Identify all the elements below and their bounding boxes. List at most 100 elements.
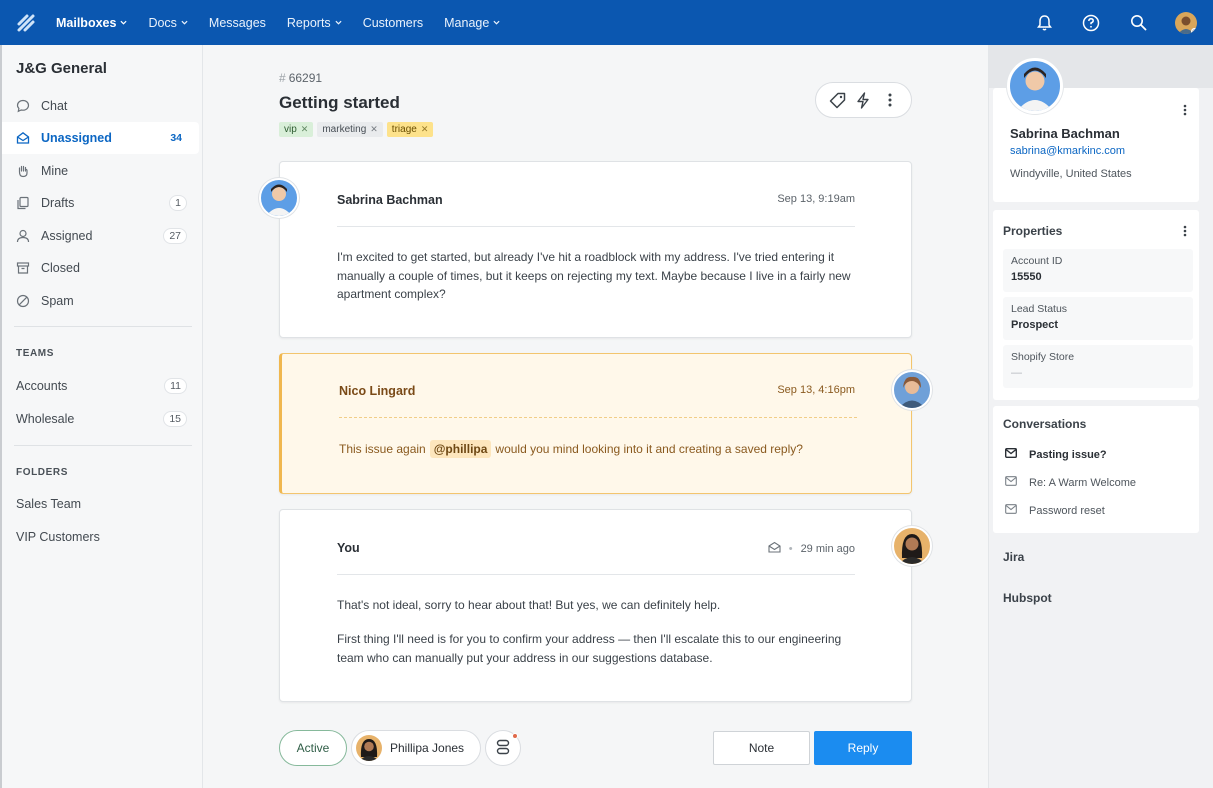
mailbox-title: J&G General	[16, 60, 107, 77]
more-vertical-icon[interactable]	[1179, 103, 1191, 117]
sidebar-item-mine[interactable]: Mine	[2, 155, 199, 187]
sidebar-item-label: Sales Team	[16, 497, 82, 511]
sidebar-item-assigned[interactable]: Assigned 27	[2, 220, 199, 252]
ticket-number-value: 66291	[288, 71, 323, 85]
conversation-actions	[815, 82, 912, 118]
sidebar-item-spam[interactable]: Spam	[2, 285, 199, 317]
assignee-button[interactable]: Phillipa Jones	[351, 730, 481, 766]
sidebar-item-closed[interactable]: Closed	[2, 252, 199, 284]
conversation-link[interactable]: Pasting issue?	[1004, 447, 1107, 461]
customer-avatar[interactable]	[1007, 58, 1063, 114]
reply-toolbar: Active Phillipa Jones Note Reply	[279, 730, 912, 766]
user-avatar[interactable]	[1175, 11, 1197, 34]
nav-messages[interactable]: Messages	[209, 16, 266, 30]
bell-icon[interactable]	[1034, 13, 1054, 33]
conversation-link[interactable]: Password reset	[1005, 504, 1105, 517]
workflow-button[interactable]	[485, 730, 521, 766]
properties-title: Properties	[1003, 224, 1063, 238]
tag-marketing[interactable]: marketing ✕	[317, 122, 383, 137]
nav-mailboxes[interactable]: Mailboxes	[56, 16, 127, 30]
hand-icon	[16, 164, 30, 178]
more-vertical-icon[interactable]	[881, 91, 899, 109]
sidebar-item-vip-customers[interactable]: VIP Customers	[2, 521, 199, 553]
nav-customers[interactable]: Customers	[363, 16, 423, 30]
conversation-link[interactable]: Re: A Warm Welcome	[1005, 476, 1136, 489]
reply-button[interactable]: Reply	[814, 731, 912, 765]
nav-manage-label: Manage	[444, 15, 490, 30]
message-card-customer: Sabrina Bachman Sep 13, 9:19am I'm excit…	[279, 161, 912, 338]
status-dot	[1191, 27, 1197, 34]
email-opened-icon	[768, 541, 781, 556]
tag-icon[interactable]	[828, 91, 846, 109]
avatar-nico	[892, 370, 932, 410]
drafts-count-badge: 1	[169, 195, 187, 211]
tag-vip[interactable]: vip ✕	[279, 122, 314, 137]
sidebar-item-label: Chat	[41, 99, 68, 113]
message-time: Sep 13, 4:16pm	[777, 384, 855, 396]
nav-reports[interactable]: Reports	[287, 16, 342, 30]
property-lead-status[interactable]: Lead Status Prospect	[1003, 297, 1193, 340]
customer-location: Windyville, United States	[1010, 168, 1132, 180]
teams-heading: TEAMS	[16, 348, 54, 359]
property-shopify-store[interactable]: Shopify Store —	[1003, 345, 1193, 388]
ticket-number: #66291	[279, 71, 322, 85]
nav-manage[interactable]: Manage	[444, 16, 500, 30]
accounts-count-badge: 11	[164, 378, 187, 394]
message-author: Sabrina Bachman	[337, 193, 443, 207]
chat-icon	[16, 99, 30, 113]
drafts-icon	[16, 196, 30, 210]
message-author: Nico Lingard	[339, 384, 416, 398]
note-button[interactable]: Note	[713, 731, 810, 765]
status-button[interactable]: Active	[279, 730, 347, 766]
sidebar-item-label: Closed	[41, 261, 80, 275]
note-card: Nico Lingard Sep 13, 4:16pm This issue a…	[279, 353, 912, 494]
message-divider	[337, 226, 855, 227]
nav-docs-label: Docs	[148, 15, 177, 30]
property-value: —	[1011, 367, 1022, 379]
search-icon[interactable]	[1128, 13, 1148, 33]
helpscout-logo-icon[interactable]	[16, 13, 36, 33]
mention-tag[interactable]: @phillipa	[429, 440, 492, 458]
conversation-main: #66291 Getting started vip ✕ marketing ✕ t…	[203, 45, 988, 788]
sidebar-item-sales-team[interactable]: Sales Team	[2, 488, 199, 520]
remove-tag-icon[interactable]: ✕	[301, 124, 309, 135]
tag-list: vip ✕ marketing ✕ triage ✕	[279, 122, 434, 137]
note-text-before: This issue again	[339, 442, 426, 456]
sidebar-item-wholesale[interactable]: Wholesale 15	[2, 403, 199, 435]
workflow-icon	[496, 739, 510, 758]
message-meta: • 29 min ago	[768, 541, 855, 556]
lightning-icon[interactable]	[854, 91, 872, 109]
conversations-title: Conversations	[1003, 417, 1087, 431]
wholesale-count-badge: 15	[163, 411, 187, 427]
sidebar-item-drafts[interactable]: Drafts 1	[2, 187, 199, 219]
integration-jira[interactable]: Jira	[1003, 550, 1024, 564]
sidebar-item-label: Mine	[41, 164, 69, 178]
sidebar-item-label: Unassigned	[41, 131, 112, 145]
message-body: This issue again @phillipa would you mind …	[339, 440, 859, 459]
nav-messages-label: Messages	[208, 15, 266, 30]
remove-tag-icon[interactable]: ✕	[421, 124, 429, 135]
sidebar-item-unassigned[interactable]: Unassigned 34	[2, 122, 199, 154]
sidebar-item-label: Assigned	[41, 229, 93, 243]
avatar-sabrina	[259, 178, 299, 218]
customer-email[interactable]: sabrina@kmarkinc.com	[1010, 145, 1125, 157]
property-account-id[interactable]: Account ID 15550	[1003, 249, 1193, 292]
sidebar-item-accounts[interactable]: Accounts 11	[2, 370, 199, 402]
nav-docs[interactable]: Docs	[148, 15, 188, 30]
integration-hubspot[interactable]: Hubspot	[1003, 591, 1052, 605]
sidebar-item-chat[interactable]: Chat	[2, 90, 199, 122]
tag-triage[interactable]: triage ✕	[386, 122, 434, 137]
top-nav-actions	[1034, 0, 1197, 45]
message-body-p1: That's not ideal, sorry to hear about th…	[337, 598, 721, 612]
more-vertical-icon[interactable]	[1179, 224, 1191, 238]
help-icon[interactable]	[1081, 13, 1101, 33]
person-icon	[16, 229, 30, 243]
remove-tag-icon[interactable]: ✕	[370, 124, 378, 135]
message-time: Sep 13, 9:19am	[777, 193, 855, 205]
message-body: I'm excited to get started, but already …	[337, 250, 851, 301]
sidebar-item-label: Accounts	[16, 379, 68, 393]
message-author: You	[337, 541, 360, 555]
properties-card: Properties Account ID 15550 Lead Status …	[993, 210, 1199, 400]
property-value: 15550	[1011, 271, 1042, 283]
sidebar-divider	[14, 445, 192, 446]
